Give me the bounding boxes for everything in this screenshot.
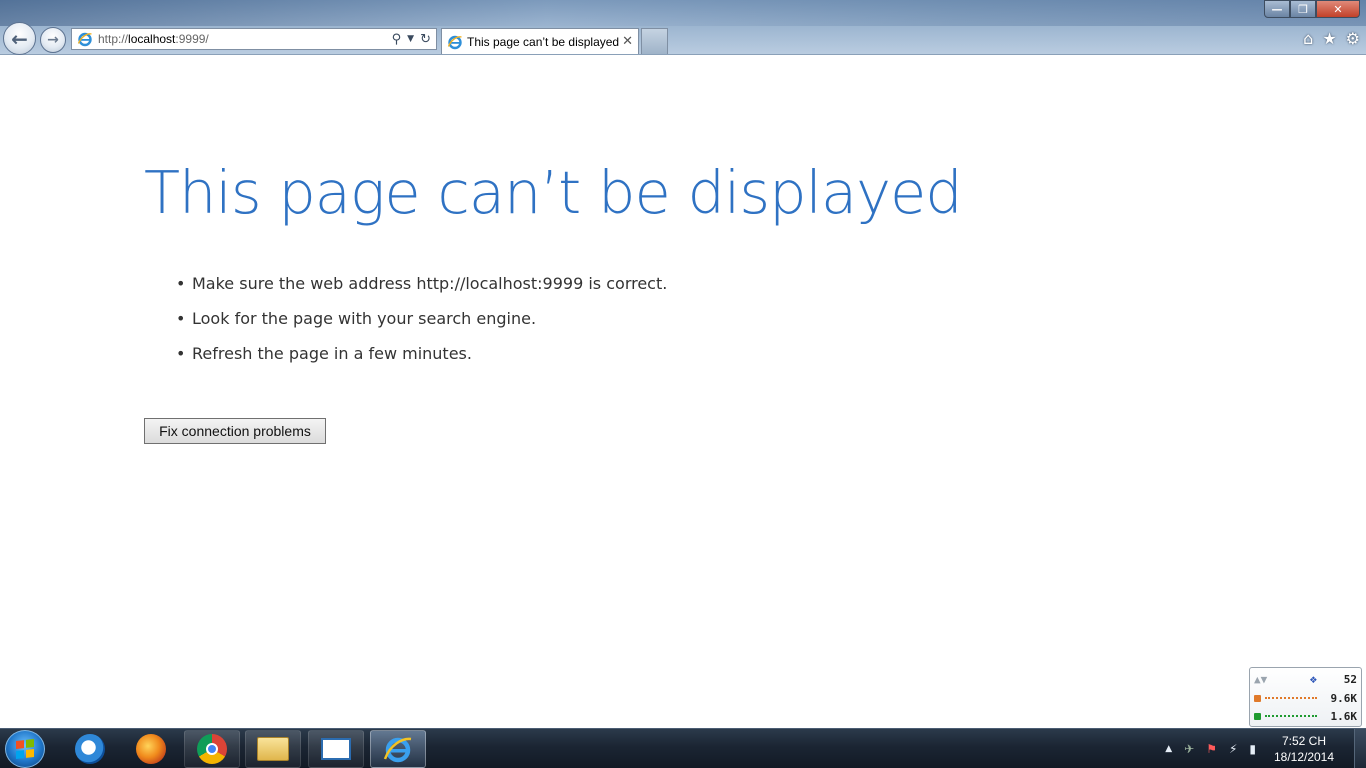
internet-explorer-icon [383, 737, 412, 763]
page-title: This page can’t be displayed [144, 158, 963, 227]
star-icon[interactable]: ★ [1322, 29, 1336, 48]
upload-value: 9.6K [1330, 691, 1358, 705]
network-icon: ▲▼ [1254, 672, 1268, 686]
tab-active[interactable]: This page can’t be displayed ✕ [441, 28, 639, 54]
clock-time: 7:52 CH [1281, 734, 1327, 748]
command-icons: ⌂ ★ ⚙ [1303, 29, 1360, 48]
system-tray: ▲ ✈ ⚑ ⚡ ▮ 7:52 CH 18/12/2014 [1165, 729, 1366, 768]
taskbar: ▲ ✈ ⚑ ⚡ ▮ 7:52 CH 18/12/2014 [0, 728, 1366, 768]
window-app-icon [321, 738, 351, 760]
address-host: localhost [128, 32, 176, 46]
address-port: :9999/ [175, 32, 209, 46]
download-value: 1.6K [1330, 709, 1358, 723]
bullet: • [176, 344, 186, 363]
puzzle-icon: ❖ [1309, 672, 1317, 686]
taskbar-window-app[interactable] [308, 730, 364, 768]
minimize-button[interactable]: — [1264, 0, 1290, 18]
list-item: • Refresh the page in a few minutes. [176, 344, 667, 379]
download-indicator [1254, 712, 1261, 720]
suggestion-text: Look for the page with your search engin… [192, 309, 537, 328]
maximize-button[interactable]: ❐ [1290, 0, 1316, 18]
net-count: 52 [1343, 672, 1357, 686]
chrome-icon [197, 734, 227, 764]
address-scheme: http:// [98, 32, 129, 46]
window-controls: — ❐ ✕ [1264, 0, 1360, 18]
new-tab-button[interactable] [641, 28, 668, 54]
tab-ie-icon [447, 34, 463, 50]
upload-indicator [1254, 694, 1261, 702]
back-button[interactable]: ← [3, 22, 36, 55]
firefox-icon [136, 734, 166, 764]
taskbar-internet-explorer[interactable] [370, 730, 426, 768]
list-item: • Look for the page with your search engi… [176, 309, 667, 344]
address-bar[interactable]: http://localhost:9999/ ⚲ ▼ ↻ [71, 28, 437, 50]
ccleaner-icon [75, 734, 105, 764]
gear-icon[interactable]: ⚙ [1346, 29, 1360, 48]
network-meter-gadget[interactable]: ▲▼ ❖ 52 9.6K 1.6K [1249, 667, 1362, 727]
home-icon[interactable]: ⌂ [1303, 29, 1313, 48]
clock[interactable]: 7:52 CH 18/12/2014 [1268, 733, 1340, 765]
taskbar-chrome[interactable] [184, 730, 240, 768]
taskbar-explorer[interactable] [245, 730, 301, 768]
chevron-down-icon[interactable]: ▼ [407, 34, 414, 44]
refresh-icon[interactable]: ↻ [420, 32, 431, 47]
suggestion-text: Make sure the web address http://localho… [192, 274, 668, 293]
browser-chrome: ← → http://localhost:9999/ ⚲ ▼ ↻ This pa… [0, 0, 1366, 55]
power-icon[interactable]: ⚡ [1229, 742, 1237, 756]
clock-date: 18/12/2014 [1273, 750, 1335, 764]
forward-arrow-icon: → [47, 32, 59, 48]
show-desktop-button[interactable] [1354, 729, 1366, 768]
close-tab-icon[interactable]: ✕ [622, 34, 633, 49]
start-button[interactable] [5, 730, 45, 768]
suggestion-text: Refresh the page in a few minutes. [192, 344, 472, 363]
folder-icon [257, 737, 289, 761]
show-hidden-icons-icon[interactable]: ▲ [1165, 744, 1172, 754]
back-arrow-icon: ← [11, 26, 28, 51]
tab-title: This page can’t be displayed [467, 34, 620, 49]
taskbar-ccleaner[interactable] [62, 730, 118, 768]
search-icon[interactable]: ⚲ [392, 32, 402, 47]
close-window-button[interactable]: ✕ [1316, 0, 1360, 18]
list-item: • Make sure the web address http://localh… [176, 274, 667, 309]
download-bar [1265, 715, 1317, 717]
network-tray-icon[interactable]: ✈ [1184, 742, 1194, 756]
bullet: • [176, 309, 186, 328]
address-input[interactable]: http://localhost:9999/ [98, 32, 392, 46]
signal-strength-icon[interactable]: ▮ [1249, 742, 1256, 756]
taskbar-firefox[interactable] [123, 730, 179, 768]
fix-connection-button[interactable]: Fix connection problems [144, 418, 326, 444]
forward-button[interactable]: → [40, 27, 66, 53]
window-titlebar [0, 0, 1366, 26]
windows-logo-icon [16, 739, 34, 759]
bullet: • [176, 274, 186, 293]
action-center-flag-icon[interactable]: ⚑ [1206, 742, 1217, 756]
upload-bar [1265, 697, 1317, 699]
ie-page-icon [77, 31, 93, 47]
suggestion-list: • Make sure the web address http://localh… [176, 274, 667, 379]
